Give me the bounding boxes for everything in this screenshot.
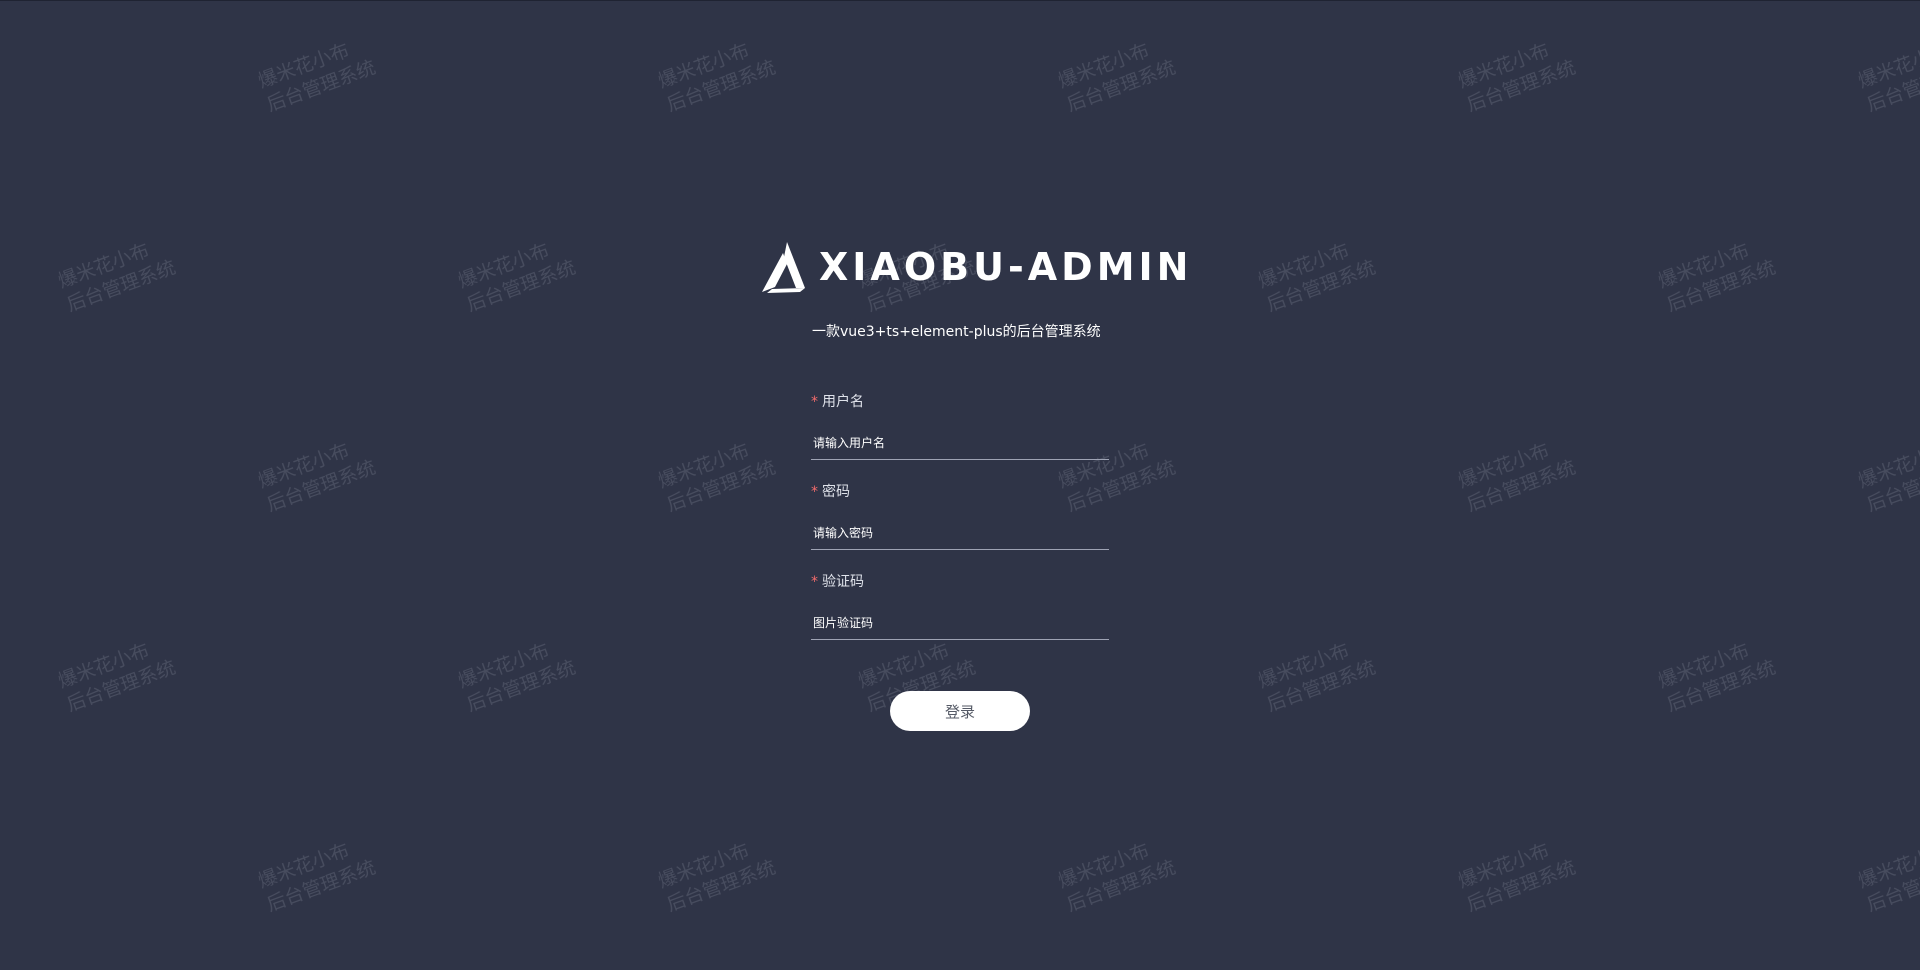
required-mark: * [811, 574, 818, 590]
required-mark: * [811, 394, 818, 410]
captcha-label-row: * 验证码 [811, 572, 1109, 592]
password-field: * 密码 [811, 482, 1109, 572]
login-panel: XIAOBU-ADMIN 一款vue3+ts+element-plus的后台管理… [0, 1, 1920, 970]
password-input-wrap [811, 517, 1109, 550]
username-field: * 用户名 [811, 392, 1109, 482]
a-logo-icon [762, 242, 805, 293]
required-mark: * [811, 484, 818, 500]
username-label-row: * 用户名 [811, 392, 1109, 412]
login-button[interactable]: 登录 [890, 691, 1030, 731]
brand-title: XIAOBU-ADMIN [819, 245, 1193, 289]
captcha-input-wrap [811, 607, 1109, 640]
captcha-input[interactable] [811, 607, 1109, 638]
password-input[interactable] [811, 517, 1109, 548]
login-page: 爆米花小布 后台管理系统 爆米花小布 后台管理系统 爆米花小布 后台管理系统 爆米花小布 后台… [0, 0, 1920, 970]
captcha-label: 验证码 [822, 574, 864, 590]
username-input-wrap [811, 427, 1109, 460]
brand: XIAOBU-ADMIN [757, 239, 1192, 295]
login-form: *用户名 *密码 *验证码 [811, 392, 1109, 662]
password-label-row: * 密码 [811, 482, 1109, 502]
password-label: 密码 [822, 484, 850, 500]
username-label: 用户名 [822, 394, 864, 410]
username-input[interactable] [811, 427, 1109, 458]
captcha-field: * 验证码 [811, 572, 1109, 662]
brand-subtitle: 一款vue3+ts+element-plus的后台管理系统 [812, 324, 1101, 340]
